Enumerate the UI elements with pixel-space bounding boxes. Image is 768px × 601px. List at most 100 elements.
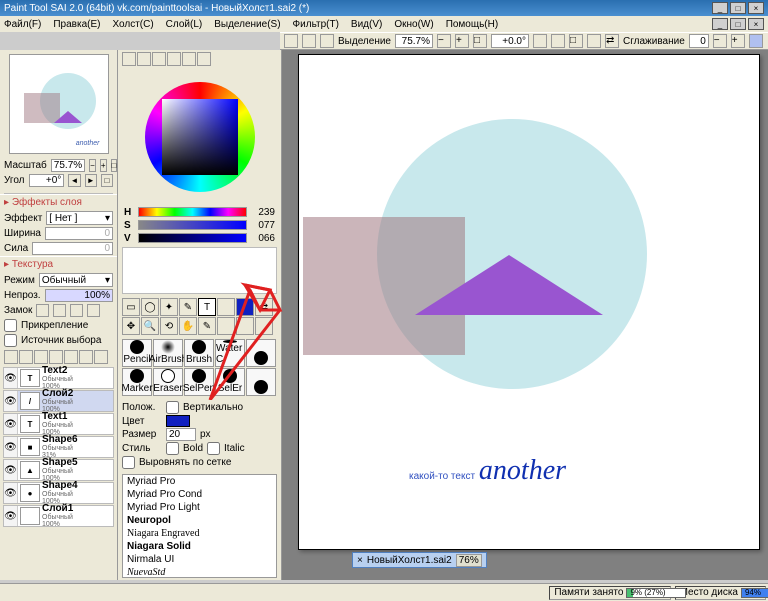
- doc-minimize-button[interactable]: _: [712, 18, 728, 30]
- merge-down-button[interactable]: [64, 350, 78, 364]
- deselect-button[interactable]: [320, 34, 334, 48]
- smoothing-dec-button[interactable]: −: [713, 34, 727, 48]
- layer-visibility-toggle[interactable]: 👁: [4, 483, 18, 503]
- color-wheel[interactable]: [118, 68, 281, 206]
- brush-AirBrush[interactable]: AirBrush: [153, 339, 183, 367]
- font-option[interactable]: Myriad Pro Cond: [123, 488, 276, 501]
- menu-select[interactable]: Выделение(S): [214, 19, 280, 30]
- transparent-color[interactable]: [236, 317, 254, 335]
- layer-visibility-toggle[interactable]: 👁: [4, 414, 18, 434]
- doc-close-button[interactable]: ×: [748, 18, 764, 30]
- angle-reset-button[interactable]: □: [101, 174, 113, 187]
- tab-close-icon[interactable]: ×: [357, 555, 363, 566]
- layer-row[interactable]: 👁▲Shape5Обычный100%: [3, 459, 114, 481]
- menu-filter[interactable]: Фильтр(T): [293, 19, 339, 30]
- undo-button[interactable]: [284, 34, 298, 48]
- zoom-value[interactable]: 75.7%: [51, 159, 85, 172]
- hsv-slider-toggle[interactable]: [152, 52, 166, 66]
- zoom-fit-button[interactable]: □: [473, 34, 487, 48]
- text-tool[interactable]: T: [198, 298, 216, 316]
- move-tool[interactable]: ✥: [122, 317, 140, 335]
- opacity-value[interactable]: 100%: [45, 289, 113, 302]
- lasso-tool[interactable]: ◯: [141, 298, 159, 316]
- font-option[interactable]: Neuropol: [123, 514, 276, 527]
- scratchpad-toggle[interactable]: [197, 52, 211, 66]
- zoom-out-button[interactable]: −: [437, 34, 451, 48]
- swap-color-button[interactable]: ⇄: [255, 298, 273, 316]
- brush-SelEr[interactable]: SelEr: [215, 368, 245, 396]
- clipping-checkbox[interactable]: [4, 319, 17, 332]
- mode-dropdown[interactable]: Обычный▾: [39, 273, 113, 287]
- lock-alpha-button[interactable]: [36, 304, 49, 317]
- layer-visibility-toggle[interactable]: 👁: [4, 506, 18, 526]
- rotate-tool[interactable]: ⟲: [160, 317, 178, 335]
- strength-value[interactable]: 0: [32, 242, 113, 255]
- vertical-checkbox[interactable]: [166, 401, 179, 414]
- snap-checkbox[interactable]: [122, 456, 135, 469]
- layer-row[interactable]: 👁TText1Обычный100%: [3, 413, 114, 435]
- lock-pixel-button[interactable]: [53, 304, 66, 317]
- menu-help[interactable]: Помощь(H): [446, 19, 499, 30]
- brush-Marker[interactable]: Marker: [122, 368, 152, 396]
- brush-empty[interactable]: [246, 368, 276, 396]
- layer-row[interactable]: 👁TText2Обычный100%: [3, 367, 114, 389]
- wand-tool[interactable]: ✦: [160, 298, 178, 316]
- smoothing-field[interactable]: [689, 34, 709, 48]
- clear-layer-button[interactable]: [79, 350, 93, 364]
- minimize-button[interactable]: _: [712, 2, 728, 14]
- navigator-thumbnail[interactable]: another: [9, 54, 109, 154]
- color-swatches[interactable]: [122, 247, 277, 294]
- effect-dropdown[interactable]: [ Нет ]▾: [46, 211, 113, 225]
- flip-h-button[interactable]: [587, 34, 601, 48]
- brush-empty[interactable]: [246, 339, 276, 367]
- zoom-tool[interactable]: 🔍: [141, 317, 159, 335]
- menu-file[interactable]: Файл(F): [4, 19, 41, 30]
- color-mixer-toggle[interactable]: [167, 52, 181, 66]
- maximize-button[interactable]: □: [730, 2, 746, 14]
- sat-slider[interactable]: [138, 220, 247, 230]
- angle-value[interactable]: +0°: [29, 174, 65, 187]
- stabilizer-icon[interactable]: ⇄: [605, 34, 619, 48]
- zoom-field[interactable]: [395, 34, 433, 48]
- angle-inc-button[interactable]: ►: [85, 174, 97, 187]
- toolbar-extra-button[interactable]: [749, 34, 763, 48]
- transfer-down-button[interactable]: [49, 350, 63, 364]
- layer-row[interactable]: 👁/Слой2Обычный100%: [3, 390, 114, 412]
- color-wheel-toggle[interactable]: [122, 52, 136, 66]
- font-list[interactable]: Myriad ProMyriad Pro CondMyriad Pro Ligh…: [122, 474, 277, 578]
- source-checkbox[interactable]: [4, 334, 17, 347]
- size-field[interactable]: [166, 428, 196, 441]
- brush-SelPen[interactable]: SelPen: [184, 368, 214, 396]
- font-option[interactable]: Niagara Solid: [123, 540, 276, 553]
- doc-maximize-button[interactable]: □: [730, 18, 746, 30]
- close-button[interactable]: ×: [748, 2, 764, 14]
- rect-select-tool[interactable]: ▭: [122, 298, 140, 316]
- brush-Pencil[interactable]: Pencil: [122, 339, 152, 367]
- font-option[interactable]: Myriad Pro: [123, 475, 276, 488]
- font-option[interactable]: NuevaStd: [123, 566, 276, 578]
- layer-visibility-toggle[interactable]: 👁: [4, 460, 18, 480]
- delete-layer-button[interactable]: [94, 350, 108, 364]
- foreground-color[interactable]: [236, 298, 254, 316]
- layer-visibility-toggle[interactable]: 👁: [4, 437, 18, 457]
- smoothing-inc-button[interactable]: +: [731, 34, 745, 48]
- font-option[interactable]: Nirmala UI: [123, 553, 276, 566]
- rgb-slider-toggle[interactable]: [137, 52, 151, 66]
- color-square[interactable]: [162, 99, 238, 175]
- redo-button[interactable]: [302, 34, 316, 48]
- layer-visibility-toggle[interactable]: 👁: [4, 391, 18, 411]
- menu-edit[interactable]: Правка(E): [53, 19, 100, 30]
- rotate-cw-button[interactable]: [551, 34, 565, 48]
- rotate-reset-button[interactable]: □: [569, 34, 583, 48]
- menu-window[interactable]: Окно(W): [394, 19, 433, 30]
- italic-checkbox[interactable]: [207, 442, 220, 455]
- layer-row[interactable]: 👁Слой1Обычный100%: [3, 505, 114, 527]
- zoom-inc-button[interactable]: +: [100, 159, 107, 172]
- layer-row[interactable]: 👁●Shape4Обычный100%: [3, 482, 114, 504]
- menu-layer[interactable]: Слой(L): [166, 19, 203, 30]
- angle-dec-button[interactable]: ◄: [68, 174, 80, 187]
- zoom-in-button[interactable]: +: [455, 34, 469, 48]
- lock-all-button[interactable]: [87, 304, 100, 317]
- zoom-reset-button[interactable]: □: [111, 159, 118, 172]
- angle-field[interactable]: [491, 34, 529, 48]
